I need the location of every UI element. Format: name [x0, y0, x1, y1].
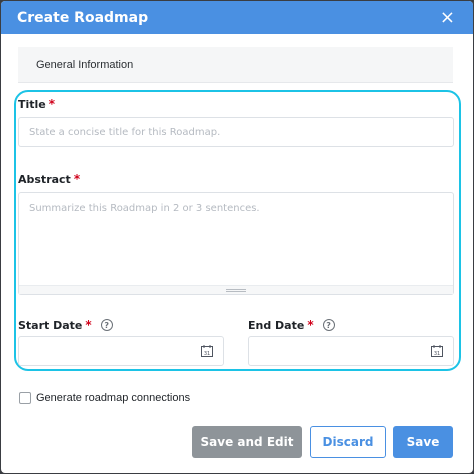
abstract-textarea[interactable]: Summarize this Roadmap in 2 or 3 sentenc…	[18, 192, 454, 295]
generate-connections-checkbox[interactable]	[19, 392, 31, 404]
section-general-information[interactable]: General Information	[18, 47, 453, 83]
focused-form-group: Title * State a concise title for this R…	[14, 90, 461, 371]
required-marker: *	[73, 172, 81, 186]
title-input[interactable]: State a concise title for this Roadmap.	[18, 117, 454, 147]
dialog-header: Create Roadmap ×	[1, 1, 473, 34]
svg-text:31: 31	[204, 351, 210, 357]
generate-connections-label: Generate roadmap connections	[36, 392, 191, 404]
start-date-label-text: Start Date	[18, 318, 83, 332]
abstract-label: Abstract *	[18, 172, 80, 186]
help-circle-icon[interactable]: ?	[322, 319, 335, 331]
save-button[interactable]: Save	[393, 426, 453, 458]
abstract-placeholder: Summarize this Roadmap in 2 or 3 sentenc…	[29, 203, 260, 214]
end-date-label-text: End Date	[248, 318, 305, 332]
end-date-input[interactable]: 31	[248, 336, 454, 366]
dialog-title: Create Roadmap	[17, 9, 149, 26]
resize-handle-icon[interactable]	[19, 285, 453, 294]
end-date-label: End Date * ?	[248, 318, 335, 332]
generate-connections-option[interactable]: Generate roadmap connections	[19, 392, 190, 404]
start-date-label: Start Date * ?	[18, 318, 113, 332]
required-marker: *	[307, 318, 314, 332]
close-icon[interactable]: ×	[440, 8, 455, 27]
title-placeholder: State a concise title for this Roadmap.	[29, 126, 221, 138]
title-label-text: Title	[18, 97, 46, 111]
calendar-icon[interactable]: 31	[431, 345, 443, 357]
required-marker: *	[85, 318, 92, 332]
required-marker: *	[48, 97, 56, 111]
start-date-input[interactable]: 31	[18, 336, 224, 366]
save-and-edit-button[interactable]: Save and Edit	[192, 426, 302, 458]
title-label: Title *	[18, 97, 55, 111]
abstract-label-text: Abstract	[18, 172, 71, 186]
create-roadmap-dialog: Create Roadmap × General Information Tit…	[1, 1, 473, 473]
help-circle-icon[interactable]: ?	[100, 319, 113, 331]
calendar-icon[interactable]: 31	[201, 345, 213, 357]
discard-button[interactable]: Discard	[310, 426, 386, 458]
svg-text:31: 31	[434, 351, 440, 357]
